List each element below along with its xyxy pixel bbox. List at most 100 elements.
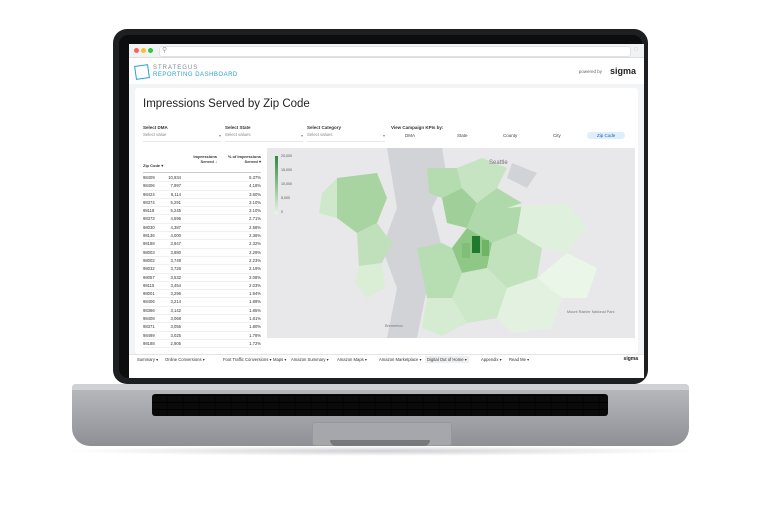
cell-impressions: 5,245	[170, 208, 181, 214]
table-row[interactable]: 98371 3,055 1.80%	[143, 323, 261, 332]
filter-state-placeholder: Select values	[225, 132, 251, 137]
tab-label: Digital Out of Home	[427, 357, 464, 362]
cell-impressions: 3,947	[170, 241, 181, 247]
table-row[interactable]: 98188 3,947 2.32%	[143, 240, 261, 249]
table-row[interactable]: 98409 10,934 5.37%	[143, 174, 261, 183]
chevron-down-icon: ▾	[300, 133, 303, 138]
table-row[interactable]: 98408 3,068 1.81%	[143, 315, 261, 324]
cell-impressions: 3,296	[170, 291, 181, 297]
tab-amazon-marketplace[interactable]: Amazon Marketplace ▾	[377, 356, 424, 363]
tab-maps[interactable]: Maps ▾	[271, 356, 289, 363]
cell-zip: 98002	[143, 257, 155, 263]
tab-foot-traffic-conversions[interactable]: Foot Traffic Conversions ▾	[221, 356, 274, 363]
filter-state-select[interactable]: Select values ▾	[225, 132, 303, 142]
tab-label: Foot Traffic Conversions	[223, 357, 269, 362]
chevron-down-icon: ▾	[325, 357, 329, 362]
tab-amazon-maps[interactable]: Amazon Maps ▾	[335, 356, 369, 363]
chevron-down-icon: ▾	[498, 357, 502, 362]
close-dot[interactable]	[134, 48, 139, 53]
table-row[interactable]: 98136 4,000 2.36%	[143, 232, 261, 241]
filter-category-label: Select Category	[307, 125, 342, 130]
filter-dma-select[interactable]: Select value ▾	[143, 132, 221, 142]
table-row[interactable]: 98366 3,142 1.85%	[143, 307, 261, 316]
tab-summary[interactable]: Summary ▾	[135, 356, 160, 363]
legend-tick: 10,000	[281, 182, 292, 186]
table-row[interactable]: 98057 3,532 2.08%	[143, 274, 261, 282]
cell-impressions: 7,997	[170, 183, 181, 189]
tab-digital-out-of-home[interactable]: Digital Out of Home ▾	[425, 356, 469, 363]
laptop-base-edge	[72, 384, 689, 390]
filter-category-select[interactable]: Select values ▾	[307, 132, 385, 142]
sigma-logo: sigma	[609, 66, 636, 76]
table-row[interactable]: 98406 7,997 4.18%	[143, 182, 261, 191]
kpi-option-zip-code[interactable]: Zip Code	[587, 132, 626, 139]
tab-label: Summary	[137, 357, 155, 362]
tab-label: Appendix	[481, 357, 499, 362]
url-bar[interactable]	[159, 46, 631, 57]
zip-polygons	[319, 158, 597, 336]
kpi-option-dma[interactable]: DMA	[405, 133, 415, 138]
kpi-option-city[interactable]: City	[553, 133, 561, 138]
kpi-option-county[interactable]: County	[503, 133, 517, 138]
table-row[interactable]: 98406 3,214 1.89%	[143, 298, 261, 307]
cell-zip: 98366	[143, 307, 155, 313]
cell-zip: 98409	[143, 175, 155, 180]
cell-zip: 98057	[143, 274, 155, 280]
cell-zip: 98001	[143, 291, 155, 297]
cell-impressions: 10,934	[168, 175, 181, 180]
tab-appendix[interactable]: Appendix ▾	[479, 356, 504, 363]
legend-tick: 5,000	[281, 196, 290, 200]
column-header-impressions[interactable]: Impressions Served ↓	[181, 154, 217, 164]
cell-zip: 98374	[143, 199, 155, 205]
cell-zip: 98030	[143, 224, 155, 230]
column-header-pct[interactable]: % of Impressions Served ▾	[223, 154, 261, 164]
kpi-label: View Campaign KPIs by:	[391, 125, 444, 130]
table-row[interactable]: 98001 3,296 1.94%	[143, 290, 261, 299]
table-row[interactable]: 98374 5,291 3.10%	[143, 199, 261, 208]
tab-amazon-summary[interactable]: Amazon Summary ▾	[289, 356, 331, 363]
chevron-down-icon: ▾	[382, 133, 385, 138]
legend-gradient	[275, 156, 278, 214]
table-row[interactable]: 98188 2,905 1.72%	[143, 340, 261, 349]
column-header-impressions-label: Impressions Served	[193, 154, 217, 164]
chevron-down-icon: ▾	[526, 357, 530, 362]
table-row[interactable]: 98373 4,596 2.71%	[143, 215, 261, 224]
minimize-dot[interactable]	[141, 48, 146, 53]
table-row[interactable]: 98115 3,454 2.03%	[143, 282, 261, 291]
maximize-dot[interactable]	[148, 48, 153, 53]
filter-state-label: Select State	[225, 125, 251, 130]
cell-zip: 98188	[143, 241, 155, 247]
app-header: STRATEGUS REPORTING DASHBOARD powered by…	[129, 58, 644, 85]
laptop-base	[72, 384, 689, 446]
cell-pct: 3.10%	[249, 199, 261, 205]
column-header-zip[interactable]: Zip Code ▾	[143, 163, 163, 168]
table-row[interactable]: 98003 3,880 2.29%	[143, 249, 261, 257]
dashboard-content: Impressions Served by Zip Code Select DM…	[129, 84, 644, 354]
cell-impressions: 5,291	[170, 199, 181, 205]
tab-label: Online Conversions	[165, 357, 202, 362]
tab-read-me[interactable]: Read Me ▾	[507, 356, 531, 363]
table-row[interactable]: 98032 3,726 2.19%	[143, 265, 261, 274]
cell-pct: 1.78%	[249, 332, 261, 338]
cell-impressions: 3,142	[170, 307, 181, 313]
cell-pct: 2.58%	[249, 224, 261, 230]
table-row[interactable]: 98118 5,245 3.10%	[143, 207, 261, 216]
legend-tick: 15,000	[281, 168, 292, 172]
chevron-down-icon: ▾	[283, 357, 287, 362]
cell-zip: 98188	[143, 340, 155, 346]
table-row[interactable]: 98424 6,114 3.60%	[143, 191, 261, 199]
table-row[interactable]: 98030 4,387 2.58%	[143, 224, 261, 233]
city-label-seattle: Seattle	[489, 160, 508, 166]
zip-code-map[interactable]: 20,000 15,000 10,000 5,000 0 Seattle Bre…	[267, 148, 635, 338]
cell-zip: 98118	[143, 208, 155, 214]
kpi-option-state[interactable]: State	[457, 133, 468, 138]
chevron-down-icon: ▾	[463, 357, 467, 362]
cell-impressions: 2,905	[170, 340, 181, 346]
cell-impressions: 3,749	[170, 257, 181, 263]
laptop-bezel: ⚲ ◌ STRATEGUS REPORTING DASHBOARD powere…	[119, 35, 644, 378]
table-row[interactable]: 98499 3,025 1.78%	[143, 332, 261, 340]
cell-pct: 2.36%	[249, 233, 261, 239]
tab-online-conversions[interactable]: Online Conversions ▾	[163, 356, 207, 363]
extension-icon[interactable]: ◌	[634, 46, 638, 53]
table-row[interactable]: 98002 3,749 2.23%	[143, 257, 261, 266]
